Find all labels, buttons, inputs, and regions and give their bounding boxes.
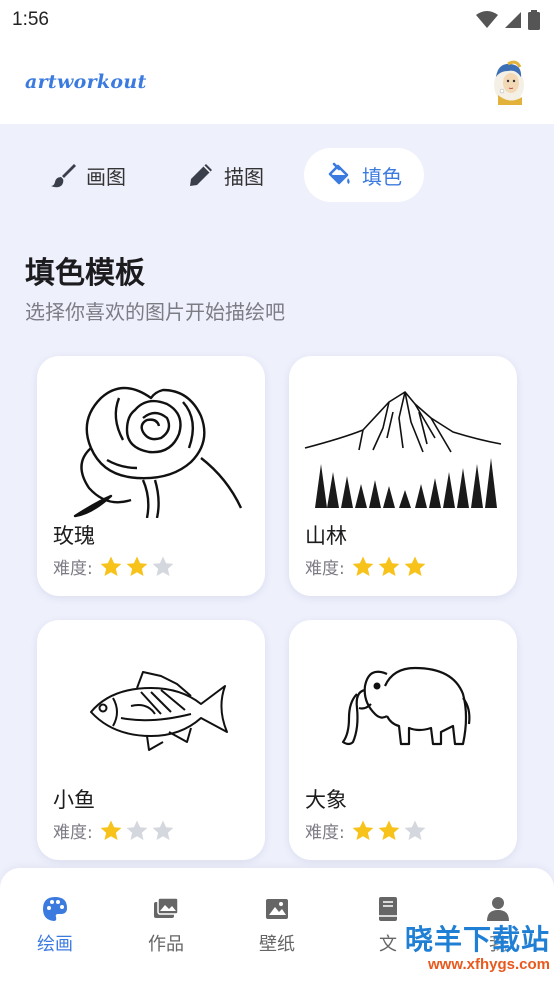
star-filled-icon xyxy=(100,556,122,576)
page-title: 填色模板 xyxy=(25,256,145,291)
star-empty-icon xyxy=(152,556,174,576)
page-subtitle: 选择你喜欢的图片开始描绘吧 xyxy=(25,300,285,324)
template-name: 大象 xyxy=(305,788,347,812)
difficulty-rating: 难度: xyxy=(305,554,427,579)
template-name: 小鱼 xyxy=(53,788,95,812)
star-filled-icon xyxy=(126,556,148,576)
tab-trace[interactable]: 描图 xyxy=(166,148,286,202)
image-icon xyxy=(266,899,288,919)
star-filled-icon xyxy=(404,556,426,576)
star-filled-icon xyxy=(352,556,374,576)
elephant-illustration xyxy=(341,666,471,746)
template-card-elephant[interactable]: 大象 难度: xyxy=(289,620,517,860)
star-group xyxy=(351,819,427,843)
watermark: 晓羊下载站 www.xfhygs.com xyxy=(322,918,554,978)
star-empty-icon xyxy=(152,820,174,840)
difficulty-label: 难度: xyxy=(53,823,93,843)
difficulty-label: 难度: xyxy=(53,559,93,579)
tab-fill[interactable]: 填色 xyxy=(304,148,424,202)
palette-icon xyxy=(43,897,67,921)
app-bar: artworkout xyxy=(0,40,554,124)
status-bar: 1:56 xyxy=(0,0,554,40)
star-empty-icon xyxy=(126,820,148,840)
template-card-fish[interactable]: 小鱼 难度: xyxy=(37,620,265,860)
difficulty-label: 难度: xyxy=(305,559,345,579)
star-filled-icon xyxy=(378,556,400,576)
pencil-icon xyxy=(190,164,212,186)
nav-item-paint[interactable]: 绘画 xyxy=(5,896,105,956)
difficulty-label: 难度: xyxy=(305,823,345,843)
nav-item-wallpaper[interactable]: 壁纸 xyxy=(227,896,327,956)
template-name: 玫瑰 xyxy=(53,524,95,548)
star-filled-icon xyxy=(352,820,374,840)
signal-icon xyxy=(505,12,521,28)
star-filled-icon xyxy=(100,820,122,840)
fish-illustration xyxy=(90,671,228,751)
star-group xyxy=(99,819,175,843)
star-empty-icon xyxy=(404,820,426,840)
rose-illustration xyxy=(73,386,243,518)
template-name: 山林 xyxy=(305,524,347,548)
nav-label-wallpaper: 壁纸 xyxy=(259,934,295,955)
template-card-rose[interactable]: 玫瑰 难度: xyxy=(37,356,265,596)
tab-draw-label: 画图 xyxy=(86,164,126,189)
status-time: 1:56 xyxy=(12,9,49,30)
watermark-text: 晓羊下载站 xyxy=(404,923,550,956)
mountain-forest-illustration xyxy=(304,391,502,508)
brush-icon xyxy=(51,164,76,188)
nav-label-paint: 绘画 xyxy=(37,934,73,955)
watermark-url: www.xfhygs.com xyxy=(428,956,550,973)
app-logo: artworkout xyxy=(25,71,147,93)
wifi-icon xyxy=(476,11,498,28)
difficulty-rating: 难度: xyxy=(305,818,427,843)
star-group xyxy=(351,555,427,579)
tab-fill-label: 填色 xyxy=(362,164,402,189)
difficulty-rating: 难度: xyxy=(53,554,175,579)
star-filled-icon xyxy=(378,820,400,840)
difficulty-rating: 难度: xyxy=(53,818,175,843)
tab-draw[interactable]: 画图 xyxy=(28,148,148,202)
battery-icon xyxy=(528,10,540,30)
gallery-icon xyxy=(154,897,179,918)
paint-bucket-icon xyxy=(328,162,350,185)
avatar[interactable] xyxy=(488,59,530,105)
mode-tabs: 画图 描图 填色 xyxy=(28,148,424,202)
nav-label-works: 作品 xyxy=(148,934,184,955)
tab-trace-label: 描图 xyxy=(224,164,264,189)
nav-item-works[interactable]: 作品 xyxy=(116,896,216,956)
template-card-mountain[interactable]: 山林 难度: xyxy=(289,356,517,596)
system-icons xyxy=(476,10,540,30)
star-group xyxy=(99,555,175,579)
